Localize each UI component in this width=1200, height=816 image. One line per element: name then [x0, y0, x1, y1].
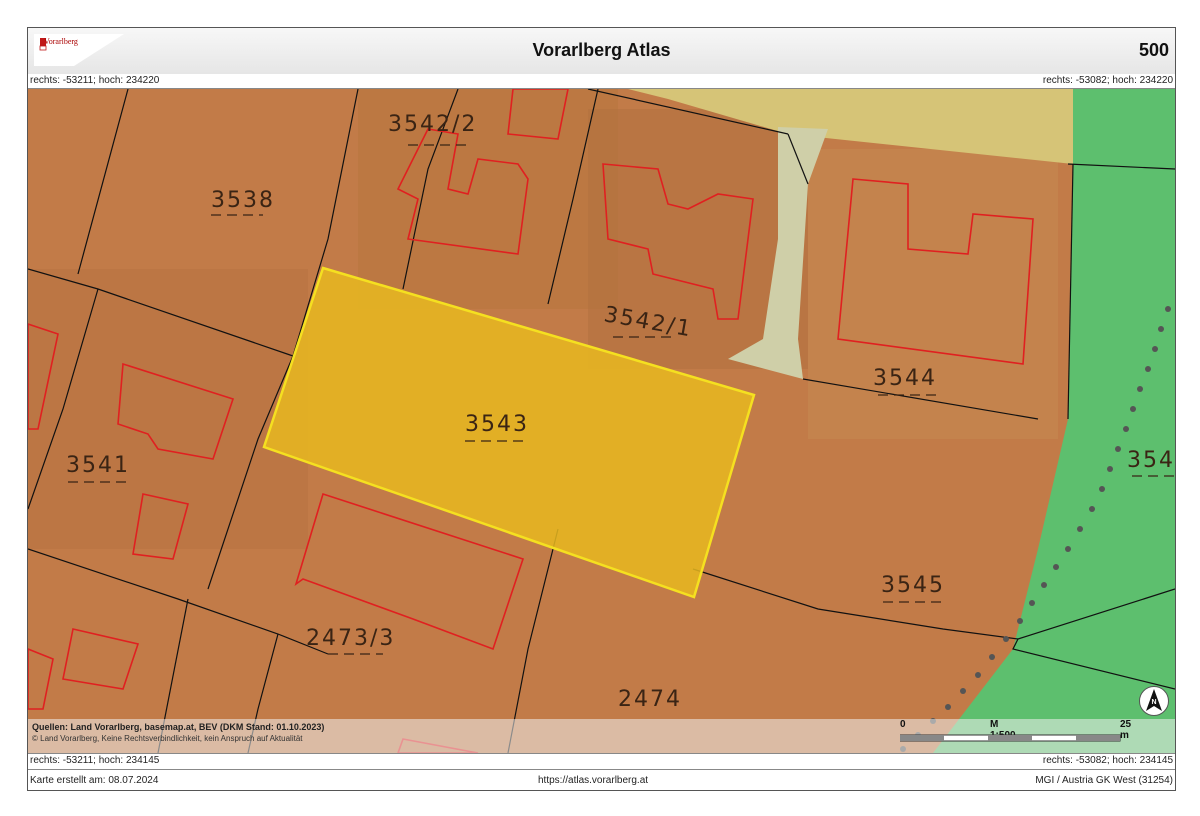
parcel-label-2474: 2474: [618, 687, 682, 712]
credits-sources: Quellen: Land Vorarlberg, basemap.at, BE…: [32, 722, 325, 732]
page-title: Vorarlberg Atlas: [532, 40, 671, 60]
map-svg: 3538 3542/2 3542/1 3544 3543 3541 354 35…: [28, 89, 1175, 753]
coord-bottom-right: rechts: -53082; hoch: 234145: [1042, 755, 1173, 766]
coord-top-right: rechts: -53082; hoch: 234220: [1042, 75, 1173, 86]
coord-bottom-left: rechts: -53211; hoch: 234145: [30, 755, 160, 766]
parcel-label-3543: 3543: [465, 412, 529, 437]
parcel-label-3542-2: 3542/2: [388, 112, 477, 137]
parcel-label-3544: 3544: [873, 366, 937, 391]
bottom-coordinates: rechts: -53211; hoch: 234145 rechts: -53…: [28, 753, 1175, 768]
footer: Karte erstellt am: 08.07.2024 https://at…: [28, 769, 1175, 790]
footer-url-link[interactable]: https://atlas.vorarlberg.at: [538, 775, 648, 786]
top-coordinates: rechts: -53211; hoch: 234220 rechts: -53…: [28, 74, 1175, 89]
footer-crs: MGI / Austria GK West (31254): [1035, 775, 1173, 786]
scale-number: 500: [1138, 40, 1169, 60]
parcel-label-2473-3: 2473/3: [306, 626, 395, 651]
map-canvas[interactable]: 3538 3542/2 3542/1 3544 3543 3541 354 35…: [28, 89, 1175, 753]
title-bar: Vorarlberg Vorarlberg Atlas 500: [28, 28, 1175, 75]
parcel-label-3541: 3541: [66, 453, 130, 478]
parcel-label-354: 354: [1127, 448, 1175, 473]
map-frame: Vorarlberg Vorarlberg Atlas 500 rechts: …: [27, 27, 1176, 791]
footer-created-date: Karte erstellt am: 08.07.2024: [30, 775, 159, 786]
parcel-label-3545: 3545: [881, 573, 945, 598]
scale-bar-start: 0: [900, 719, 906, 730]
coord-top-left: rechts: -53211; hoch: 234220: [30, 75, 160, 86]
scale-bar-graphic: [900, 734, 1121, 742]
credits-copyright: © Land Vorarlberg, Keine Rechtsverbindli…: [32, 734, 303, 743]
parcel-label-3538: 3538: [211, 188, 275, 213]
north-label: N: [1151, 699, 1156, 706]
north-arrow-icon: N: [1139, 686, 1169, 716]
